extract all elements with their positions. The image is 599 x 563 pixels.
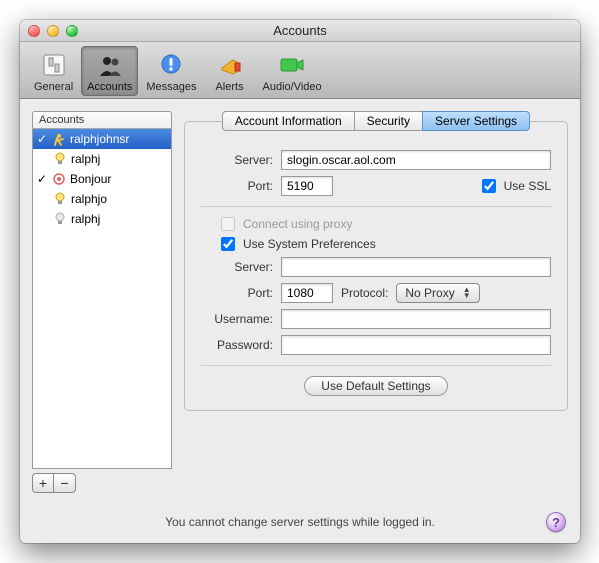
account-row[interactable]: ralphj	[33, 209, 171, 229]
tab-account-information[interactable]: Account Information	[222, 111, 355, 131]
use-sysprefs-checkbox[interactable]	[221, 237, 235, 251]
alert-balloon-icon	[155, 49, 187, 81]
toolbar-general[interactable]: General	[28, 46, 79, 96]
switch-icon	[38, 49, 70, 81]
use-ssl-checkbox[interactable]	[482, 179, 496, 193]
camera-icon	[276, 49, 308, 81]
proxy-port-input[interactable]	[281, 283, 333, 303]
account-row[interactable]: ralphjo	[33, 189, 171, 209]
account-row[interactable]: ✓ Bonjour	[33, 169, 171, 189]
account-row[interactable]: ralphj	[33, 149, 171, 169]
use-ssl-label: Use SSL	[504, 179, 551, 193]
account-label: ralphjo	[71, 192, 107, 206]
protocol-select[interactable]: No Proxy ▲▼	[396, 283, 479, 303]
megaphone-icon	[214, 49, 246, 81]
bulb-icon	[53, 152, 67, 166]
aim-icon	[52, 132, 66, 146]
use-sysprefs-label: Use System Preferences	[243, 237, 376, 251]
check-icon: ✓	[36, 132, 48, 146]
bonjour-icon	[52, 172, 66, 186]
toolbar: General Accounts Messages Alerts Audio/V…	[20, 42, 580, 99]
account-label: Bonjour	[70, 172, 111, 186]
account-label: ralphj	[71, 212, 100, 226]
account-label: ralphj	[71, 152, 100, 166]
protocol-value: No Proxy	[405, 286, 454, 300]
tab-security[interactable]: Security	[354, 111, 423, 131]
toolbar-audio-video[interactable]: Audio/Video	[257, 46, 328, 96]
accounts-list[interactable]: ✓ ralphjohnsr ralphj ✓ Bonjour ralphjo	[32, 129, 172, 469]
footer: You cannot change server settings while …	[20, 505, 580, 543]
toolbar-label: Audio/Video	[263, 81, 322, 93]
server-input[interactable]	[281, 150, 551, 170]
username-label: Username:	[201, 312, 273, 326]
protocol-label: Protocol:	[341, 286, 388, 300]
toolbar-messages[interactable]: Messages	[140, 46, 202, 96]
tab-server-settings[interactable]: Server Settings	[422, 111, 530, 131]
toolbar-label: Alerts	[215, 81, 243, 93]
stepper-icon: ▲▼	[463, 287, 475, 299]
port-input[interactable]	[281, 176, 333, 196]
account-label: ralphjohnsr	[70, 132, 129, 146]
people-icon	[94, 49, 126, 81]
add-account-button[interactable]: +	[32, 473, 54, 493]
window-title: Accounts	[20, 23, 580, 38]
password-input[interactable]	[281, 335, 551, 355]
password-label: Password:	[201, 338, 273, 352]
toolbar-label: Messages	[146, 81, 196, 93]
sidebar-header: Accounts	[32, 111, 172, 129]
preferences-window: Accounts General Accounts Messages Alert…	[20, 20, 580, 543]
use-default-settings-button[interactable]: Use Default Settings	[304, 376, 447, 396]
server-label: Server:	[201, 153, 273, 167]
check-icon: ✓	[36, 172, 48, 186]
connect-proxy-checkbox[interactable]	[221, 217, 235, 231]
accounts-sidebar: Accounts ✓ ralphjohnsr ralphj ✓ Bonjour	[32, 111, 172, 493]
proxy-server-input[interactable]	[281, 257, 551, 277]
bulb-icon	[53, 212, 67, 226]
toolbar-accounts[interactable]: Accounts	[81, 46, 138, 96]
toolbar-alerts[interactable]: Alerts	[205, 46, 255, 96]
proxy-server-label: Server:	[201, 260, 273, 274]
account-row[interactable]: ✓ ralphjohnsr	[33, 129, 171, 149]
username-input[interactable]	[281, 309, 551, 329]
toolbar-label: General	[34, 81, 73, 93]
port-label: Port:	[201, 179, 273, 193]
help-button[interactable]: ?	[546, 512, 566, 532]
bulb-icon	[53, 192, 67, 206]
server-settings-pane: Server: Port: Use SSL Connect using prox…	[184, 121, 568, 411]
proxy-port-label: Port:	[201, 286, 273, 300]
connect-proxy-label: Connect using proxy	[243, 217, 352, 231]
remove-account-button[interactable]: −	[54, 473, 76, 493]
titlebar[interactable]: Accounts	[20, 20, 580, 42]
toolbar-label: Accounts	[87, 81, 132, 93]
footer-message: You cannot change server settings while …	[165, 515, 435, 529]
